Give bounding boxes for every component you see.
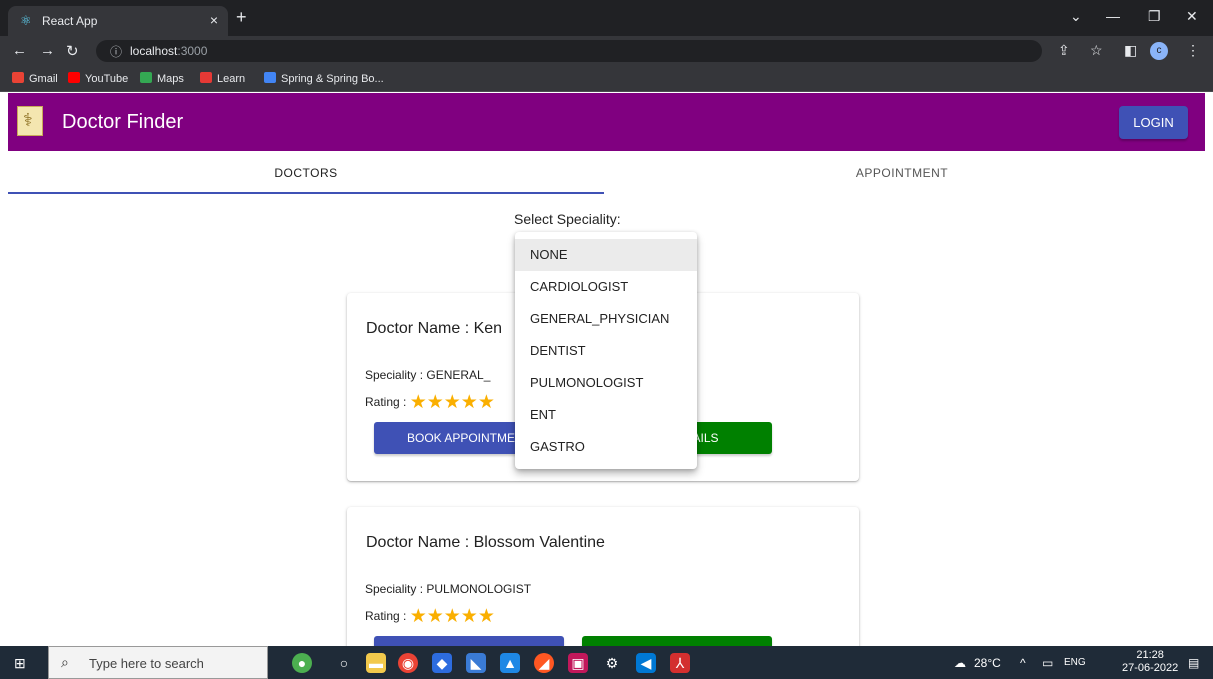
side-panel-icon[interactable]: ◧	[1124, 42, 1137, 59]
menu-icon[interactable]: ⋮	[1186, 42, 1200, 59]
clock[interactable]: 21:28 27-06-2022	[1122, 649, 1178, 675]
new-tab-icon[interactable]: +	[236, 8, 247, 26]
site-info-icon[interactable]: ⓘ	[110, 43, 122, 60]
bookmark-youtube[interactable]: YouTube	[68, 72, 128, 85]
weather-temp[interactable]: 28°C	[974, 656, 1001, 670]
url-text: localhost:3000	[130, 44, 208, 58]
react-icon: ⚛	[20, 13, 32, 28]
youtube-icon	[68, 72, 80, 83]
vscode-icon[interactable]: ◀	[636, 653, 656, 673]
doctor-card: Doctor Name : Blossom Valentine Speciali…	[347, 507, 859, 668]
share-icon[interactable]: ⇪	[1058, 42, 1070, 59]
app-header: ⚕ Doctor Finder LOGIN	[8, 93, 1205, 151]
search-icon: ⌕	[61, 654, 69, 670]
bookmarks-bar: Gmail YouTube Maps Learn Spring & Spring…	[0, 66, 1213, 92]
bookmark-gmail[interactable]: Gmail	[12, 72, 58, 85]
doctor-name: Doctor Name : Blossom Valentine	[366, 534, 605, 551]
reload-icon[interactable]: ↻	[66, 42, 79, 60]
language-indicator[interactable]: ENG	[1064, 657, 1086, 668]
vpn-icon[interactable]: ◣	[466, 653, 486, 673]
forward-icon[interactable]: →	[40, 42, 55, 59]
minimize-icon[interactable]: —	[1106, 8, 1120, 24]
app-title: Doctor Finder	[62, 111, 184, 133]
url-input[interactable]: ⓘ localhost:3000	[96, 40, 1042, 62]
address-bar: ← → ↻ ⓘ localhost:3000 ⇪ ☆ ◧ ⋮	[0, 36, 1213, 66]
caduceus-logo-icon: ⚕	[17, 106, 43, 136]
settings-icon[interactable]: ⚙	[602, 653, 622, 673]
speciality-option-general-physician[interactable]: GENERAL_PHYSICIAN	[515, 303, 697, 335]
browser-tab[interactable]: ⚛ React App ×	[8, 6, 228, 36]
battery-icon[interactable]: ▭	[1042, 656, 1053, 670]
windows-taskbar: ⊞ ⌕ Type here to search ● ○ ▬ ◉ ◆ ◣ ▲ ◢ …	[0, 646, 1213, 679]
speciality-option-none[interactable]: NONE	[515, 239, 697, 271]
taskbar-search-input[interactable]: ⌕ Type here to search	[48, 646, 268, 679]
file-explorer-icon[interactable]: ▬	[366, 653, 386, 673]
learn-icon	[200, 72, 212, 83]
login-button[interactable]: LOGIN	[1119, 106, 1188, 139]
close-window-icon[interactable]: ✕	[1186, 8, 1198, 25]
doctor-speciality: Speciality : GENERAL_	[365, 368, 491, 382]
tab-appointment[interactable]: APPOINTMENT	[604, 151, 1200, 195]
tab-doctors[interactable]: DOCTORS	[8, 151, 604, 195]
speciality-dropdown-menu: NONE CARDIOLOGIST GENERAL_PHYSICIAN DENT…	[515, 232, 697, 469]
rating-stars-icon: ★★★★★	[409, 392, 495, 413]
bookmark-learn[interactable]: Learn	[200, 72, 245, 85]
photos-icon[interactable]: ▲	[500, 653, 520, 673]
main-tabs: DOCTORS APPOINTMENT	[8, 151, 1205, 195]
tab-close-icon[interactable]: ×	[210, 12, 218, 28]
tab-search-icon[interactable]: ⌄	[1070, 8, 1082, 25]
speciality-option-ent[interactable]: ENT	[515, 399, 697, 431]
doctor-rating: Rating : ★★★★★	[365, 606, 495, 627]
bookmark-star-icon[interactable]: ☆	[1090, 42, 1103, 59]
rating-stars-icon: ★★★★★	[409, 606, 495, 627]
speciality-select-label: Select Speciality:	[514, 211, 621, 227]
maps-icon	[140, 72, 152, 83]
notifications-icon[interactable]: ▤	[1188, 656, 1199, 670]
browser-tab-strip: ⚛ React App × + ⌄ — ❐ ✕	[0, 0, 1213, 36]
speciality-option-cardiologist[interactable]: CARDIOLOGIST	[515, 271, 697, 303]
speciality-option-pulmonologist[interactable]: PULMONOLOGIST	[515, 367, 697, 399]
profile-avatar[interactable]: c	[1150, 42, 1168, 60]
show-hidden-icons[interactable]: ^	[1020, 656, 1026, 670]
acrobat-icon[interactable]: ⅄	[670, 653, 690, 673]
bookmark-spring[interactable]: Spring & Spring Bo...	[264, 72, 384, 85]
doctor-rating: Rating : ★★★★★	[365, 392, 495, 413]
intellij-icon[interactable]: ▣	[568, 653, 588, 673]
gmail-icon	[12, 72, 24, 83]
doctor-speciality: Speciality : PULMONOLOGIST	[365, 582, 532, 596]
doctor-name: Doctor Name : Ken	[366, 320, 503, 337]
speciality-option-gastro[interactable]: GASTRO	[515, 431, 697, 463]
bookmark-maps[interactable]: Maps	[140, 72, 184, 85]
docs-icon	[264, 72, 276, 83]
restore-icon[interactable]: ❐	[1148, 8, 1161, 25]
cortana-icon[interactable]: ○	[334, 653, 354, 673]
app-icon[interactable]: ◆	[432, 653, 452, 673]
weather-icon[interactable]: ☁	[954, 656, 966, 670]
tab-title: React App	[42, 14, 98, 28]
tab-indicator	[8, 192, 604, 194]
news-widget-icon[interactable]: ●	[292, 653, 312, 673]
chrome-icon[interactable]: ◉	[398, 653, 418, 673]
speciality-option-dentist[interactable]: DENTIST	[515, 335, 697, 367]
back-icon[interactable]: ←	[12, 42, 27, 59]
postman-icon[interactable]: ◢	[534, 653, 554, 673]
windows-start-icon[interactable]: ⊞	[14, 655, 26, 672]
